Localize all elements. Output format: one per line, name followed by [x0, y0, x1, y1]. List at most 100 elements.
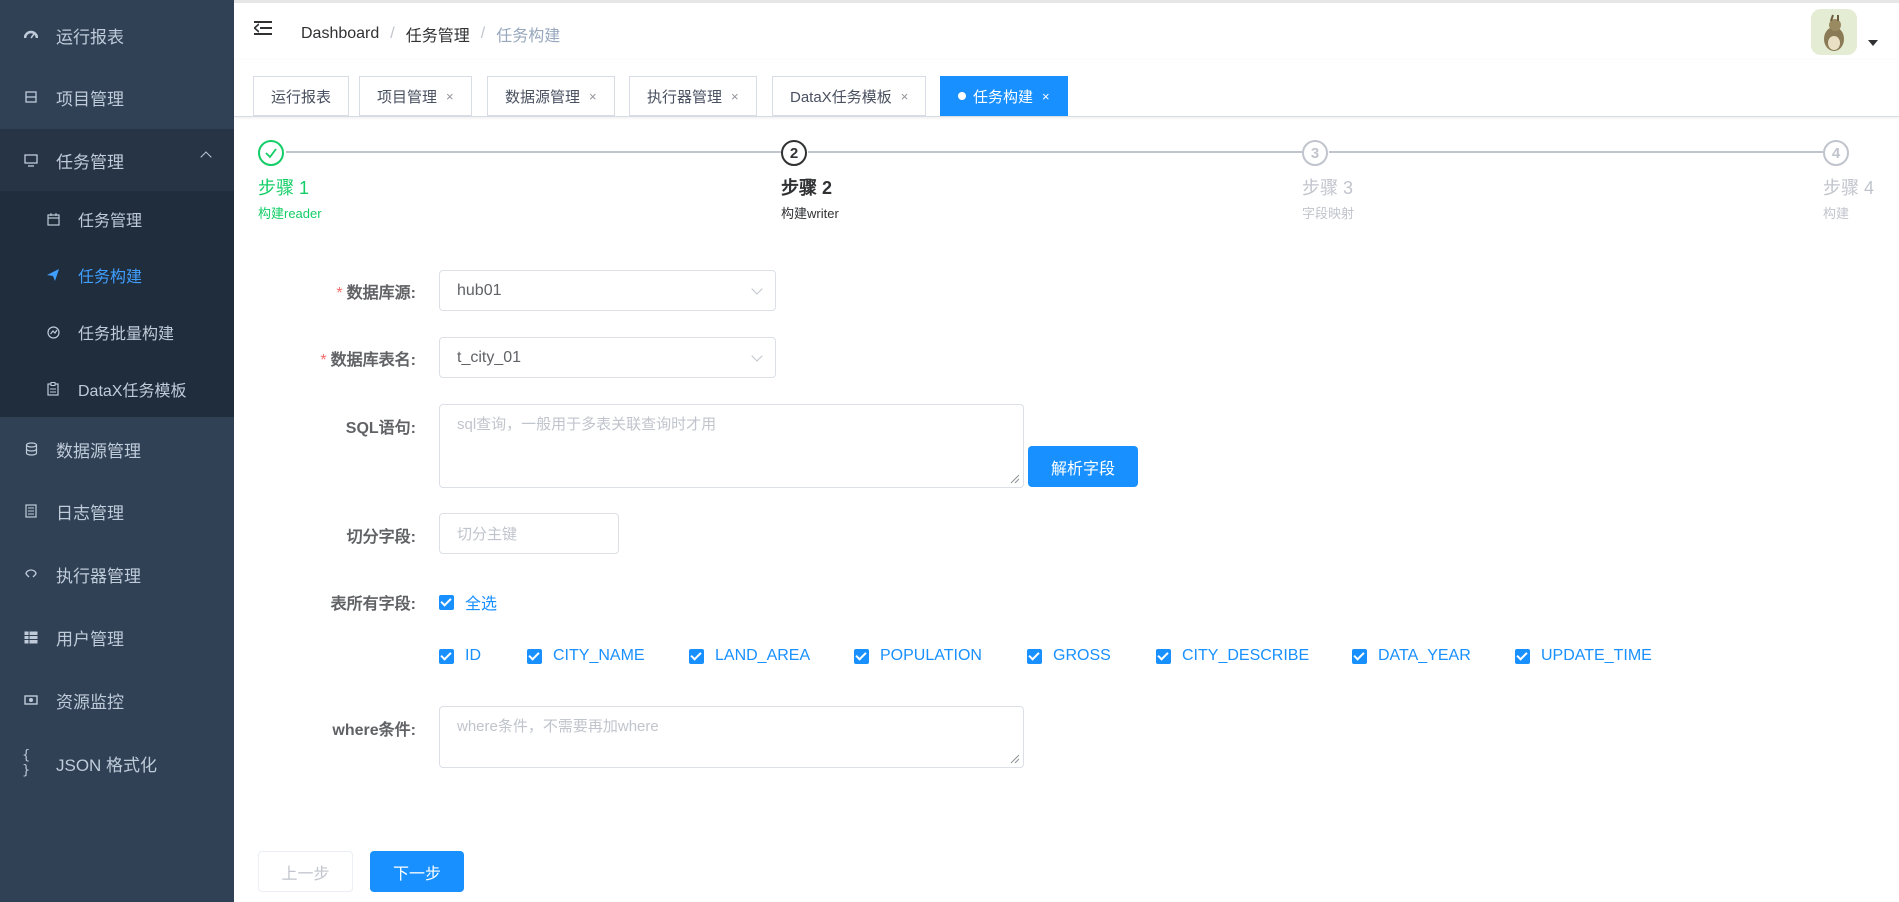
step-4-number: 4: [1823, 140, 1849, 166]
datasource-label: * 数据库源:: [336, 285, 416, 302]
sidebar-item-label: 用户管理: [56, 629, 124, 649]
sidebar-subitem-batch-build[interactable]: 任务批量构建: [0, 304, 234, 360]
next-step-button[interactable]: 下一步: [370, 851, 464, 892]
close-icon[interactable]: ×: [589, 89, 597, 104]
close-icon[interactable]: ×: [446, 89, 454, 104]
tag-datasource[interactable]: 数据源管理 ×: [487, 76, 615, 116]
caret-down-icon[interactable]: [1868, 40, 1878, 46]
resize-handle-icon[interactable]: [1010, 474, 1020, 484]
sidebar-item-label: 数据源管理: [56, 441, 141, 461]
checkbox-checked-icon: [527, 648, 542, 664]
database-icon: [22, 440, 40, 458]
sidebar-item-log[interactable]: 日志管理: [0, 480, 234, 542]
tags-view: 运行报表 项目管理 × 数据源管理 × 执行器管理 × DataX任务模板 × …: [234, 60, 1899, 117]
dashboard-icon: [22, 26, 40, 44]
tag-label: 数据源管理: [505, 88, 581, 106]
select-all-checkbox[interactable]: 全选: [439, 590, 497, 614]
sidebar-item-resource[interactable]: 资源监控: [0, 669, 234, 731]
tag-label: 运行报表: [271, 88, 332, 106]
field-label: POPULATION: [880, 647, 982, 664]
hamburger-icon[interactable]: [254, 19, 274, 39]
field-label: UPDATE_TIME: [1541, 647, 1652, 664]
parse-fields-button[interactable]: 解析字段: [1028, 446, 1138, 487]
sidebar-submenu: 任务管理 任务构建 任务批量构建 DataX任务模板: [0, 191, 234, 417]
sidebar-item-task[interactable]: 任务管理: [0, 129, 234, 191]
active-dot-icon: [958, 92, 966, 100]
step-connector: [808, 151, 1302, 153]
field-checkbox[interactable]: DATA_YEAR: [1352, 647, 1471, 665]
field-label: DATA_YEAR: [1378, 647, 1471, 664]
sidebar-item-json[interactable]: { } JSON 格式化: [0, 732, 234, 794]
executor-icon: [22, 565, 40, 583]
sidebar-item-label: 任务管理: [56, 152, 124, 172]
step-2-title: 步骤 2: [781, 178, 833, 198]
step-4-title: 步骤 4: [1823, 178, 1875, 198]
close-icon[interactable]: ×: [1042, 89, 1050, 104]
table-label: * 数据库表名:: [320, 352, 416, 369]
field-label: ID: [465, 647, 481, 664]
sidebar-item-executor[interactable]: 执行器管理: [0, 543, 234, 605]
breadcrumb-task-manage[interactable]: 任务管理: [406, 22, 470, 46]
sidebar-subitem-task-manage[interactable]: 任务管理: [0, 191, 234, 247]
sidebar-item-label: 运行报表: [56, 27, 124, 47]
step-3-title: 步骤 3: [1302, 178, 1354, 198]
tag-task-build[interactable]: 任务构建 ×: [940, 76, 1068, 116]
table-select[interactable]: t_city_01: [439, 337, 776, 378]
close-icon[interactable]: ×: [901, 89, 909, 104]
field-checkbox[interactable]: GROSS: [1027, 647, 1111, 665]
sidebar-item-dashboard[interactable]: 运行报表: [0, 4, 234, 66]
breadcrumb-current: 任务构建: [496, 28, 561, 45]
tag-label: 执行器管理: [647, 88, 723, 106]
resource-icon: [22, 691, 40, 709]
sidebar-item-label: JSON 格式化: [56, 755, 158, 775]
sidebar-subitem-label: 任务管理: [78, 213, 143, 230]
split-input[interactable]: 切分主键: [439, 513, 619, 554]
field-checkbox[interactable]: POPULATION: [854, 647, 982, 665]
step-2-desc: 构建writer: [781, 206, 839, 221]
step-connector: [286, 151, 781, 153]
split-label: 切分字段:: [346, 529, 416, 546]
field-checkbox[interactable]: ID: [439, 647, 481, 665]
step-2-number: 2: [781, 140, 807, 166]
step-1-check-icon: [258, 140, 284, 166]
close-icon[interactable]: ×: [731, 89, 739, 104]
where-textarea[interactable]: where条件，不需要再加where: [439, 706, 1024, 768]
sql-textarea[interactable]: sql查询，一般用于多表关联查询时才用: [439, 404, 1024, 488]
user-table-icon: [22, 628, 40, 646]
field-label: GROSS: [1053, 647, 1111, 664]
field-checkbox[interactable]: CITY_NAME: [527, 647, 645, 665]
resize-handle-icon[interactable]: [1010, 754, 1020, 764]
sidebar-item-label: 日志管理: [56, 503, 124, 523]
step-1-desc: 构建reader: [258, 206, 322, 221]
app-root: 运行报表 项目管理 任务管理 任务管理 任务构建 任务批量构建 DataX任务模…: [0, 0, 1899, 902]
avatar[interactable]: [1811, 9, 1857, 55]
sidebar-item-project[interactable]: 项目管理: [0, 66, 234, 128]
fields-label: 表所有字段:: [330, 596, 416, 613]
tag-datax-template[interactable]: DataX任务模板 ×: [772, 76, 927, 116]
sidebar-item-label: 资源监控: [56, 692, 124, 712]
sql-label: SQL语句:: [345, 420, 416, 437]
sidebar-subitem-label: DataX任务模板: [78, 383, 187, 400]
breadcrumb-dashboard[interactable]: Dashboard: [301, 25, 379, 43]
steps: 步骤 1 构建reader 2 步骤 2 构建writer 3 步骤 3 字段映…: [258, 140, 1883, 230]
field-checkbox[interactable]: CITY_DESCRIBE: [1156, 647, 1309, 665]
navbar: Dashboard / 任务管理 / 任务构建: [234, 0, 1899, 60]
sidebar-subitem-task-build[interactable]: 任务构建: [0, 247, 234, 303]
prev-step-button[interactable]: 上一步: [258, 851, 353, 892]
tag-dashboard[interactable]: 运行报表: [253, 76, 350, 116]
sidebar-subitem-datax-template[interactable]: DataX任务模板: [0, 361, 234, 417]
step-connector: [1329, 151, 1823, 153]
where-label: where条件:: [332, 722, 416, 739]
field-checkbox[interactable]: UPDATE_TIME: [1515, 647, 1652, 665]
tag-executor[interactable]: 执行器管理 ×: [629, 76, 757, 116]
tag-project[interactable]: 项目管理 ×: [359, 76, 472, 116]
datasource-select[interactable]: hub01: [439, 270, 776, 311]
monitor-icon: [22, 151, 40, 169]
sidebar-item-datasource[interactable]: 数据源管理: [0, 418, 234, 480]
field-label: CITY_DESCRIBE: [1182, 647, 1310, 664]
sidebar-item-user[interactable]: 用户管理: [0, 606, 234, 668]
sidebar-subitem-label: 任务构建: [78, 269, 143, 286]
project-icon: [22, 88, 40, 106]
field-checkbox[interactable]: LAND_AREA: [689, 647, 810, 665]
field-label: LAND_AREA: [715, 647, 811, 664]
